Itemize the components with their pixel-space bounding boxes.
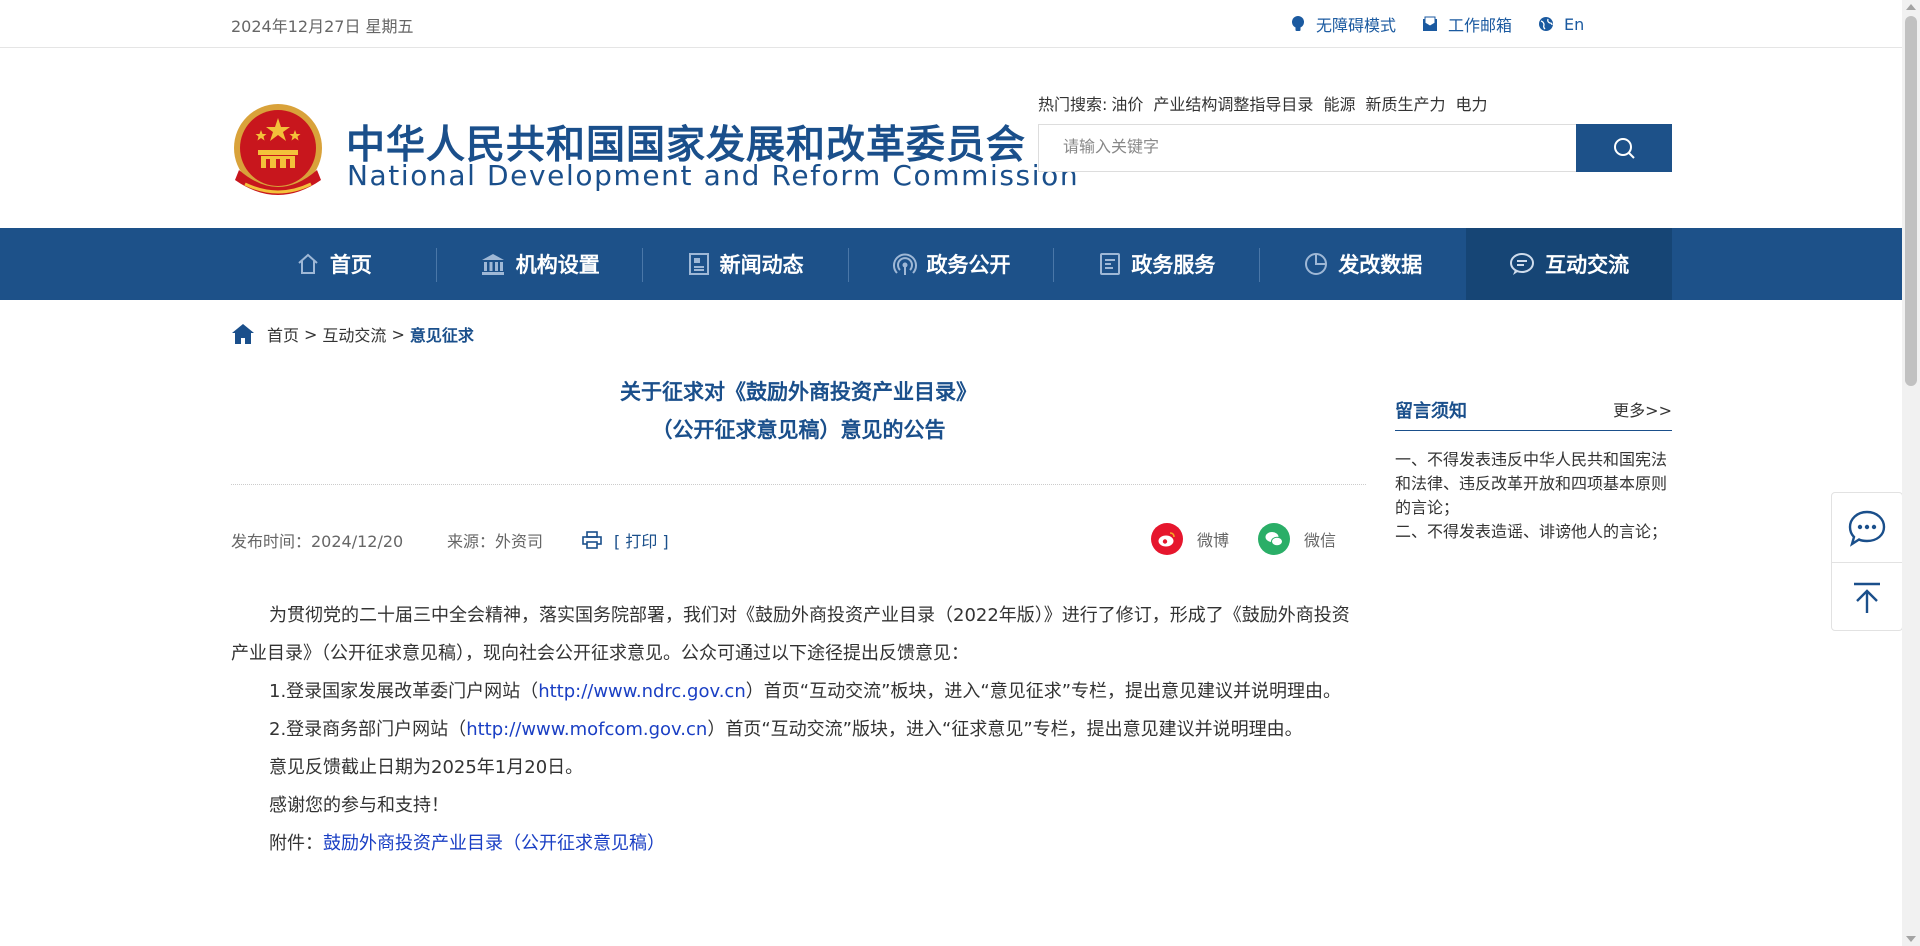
hot-search: 热门搜索: 油价 产业结构调整指导目录 能源 新质生产力 电力 bbox=[1038, 91, 1497, 115]
hot-search-item[interactable]: 新质生产力 bbox=[1365, 91, 1445, 115]
site-header: 中华人民共和国国家发展和改革委员会 National Development a… bbox=[0, 48, 1920, 228]
sidebar-rule: 一、不得发表违反中华人民共和国宪法和法律、违反改革开放和四项基本原则的言论； bbox=[1395, 450, 1668, 517]
nav-item-home[interactable]: 首页 bbox=[231, 228, 437, 300]
article-paragraph: 意见反馈截止日期为2025年1月20日。 bbox=[269, 757, 584, 778]
sidebar-heading: 留言须知 bbox=[1395, 401, 1467, 422]
english-label: En bbox=[1564, 14, 1585, 34]
arrow-up-icon bbox=[1854, 582, 1880, 613]
article-text: ）首页“互动交流”板块，进入“意见征求”专栏，提出意见建议并说明理由。 bbox=[745, 681, 1342, 702]
sidebar-header: 留言须知 更多>> bbox=[1395, 395, 1672, 431]
search-box bbox=[1038, 124, 1672, 172]
home-icon bbox=[298, 253, 318, 274]
print-button[interactable]: [ 打印 ] bbox=[582, 528, 669, 552]
accessibility-mode-label: 无障碍模式 bbox=[1316, 16, 1397, 35]
breadcrumb-current[interactable]: 意见征求 bbox=[410, 322, 474, 346]
nav-item-label: 新闻动态 bbox=[719, 253, 804, 277]
ndrc-link[interactable]: http://www.ndrc.gov.cn bbox=[538, 681, 746, 702]
nav-item-label: 发改数据 bbox=[1338, 253, 1423, 277]
english-version-link[interactable]: En bbox=[1538, 15, 1584, 34]
nav-item-data[interactable]: 发改数据 bbox=[1260, 228, 1466, 300]
breadcrumb-separator: > bbox=[391, 324, 405, 344]
mail-icon bbox=[1423, 16, 1438, 31]
sidebar-rule: 二、不得发表造谣、诽谤他人的言论； bbox=[1395, 522, 1668, 541]
nav-item-label: 政务服务 bbox=[1131, 253, 1216, 277]
floating-toolbar bbox=[1831, 492, 1903, 631]
hot-search-item[interactable]: 电力 bbox=[1455, 91, 1487, 115]
scroll-down-arrow[interactable] bbox=[1906, 936, 1916, 942]
article-text: 1.登录国家发展改革委门户网站（ bbox=[269, 681, 539, 702]
broadcast-icon bbox=[892, 253, 917, 275]
hot-search-item[interactable]: 能源 bbox=[1323, 91, 1355, 115]
scrollbar-thumb[interactable] bbox=[1905, 16, 1917, 386]
article-title-line2: （公开征求意见稿）意见的公告 bbox=[651, 418, 946, 442]
nav-item-services[interactable]: 政务服务 bbox=[1054, 228, 1261, 300]
attachment-link[interactable]: 鼓励外商投资产业目录（公开征求意见稿） bbox=[323, 833, 665, 854]
nav-item-label: 首页 bbox=[329, 253, 372, 277]
share-wechat-label: 微信 bbox=[1304, 531, 1337, 550]
building-icon bbox=[481, 254, 504, 275]
more-link[interactable]: 更多>> bbox=[1613, 397, 1672, 421]
pie-chart-icon bbox=[1305, 253, 1328, 275]
article-title-line1: 关于征求对《鼓励外商投资产业目录》 bbox=[620, 380, 977, 404]
nav-item-news[interactable]: 新闻动态 bbox=[643, 228, 849, 300]
title-divider bbox=[231, 484, 1366, 485]
back-to-top-button[interactable] bbox=[1832, 563, 1902, 632]
article-paragraph: 附件：鼓励外商投资产业目录（公开征求意见稿） bbox=[231, 825, 1353, 863]
message-icon bbox=[1848, 510, 1886, 547]
hot-search-item[interactable]: 油价 bbox=[1111, 91, 1143, 115]
share-weibo-label: 微博 bbox=[1197, 531, 1230, 550]
site-title-english[interactable]: National Development and Reform Commissi… bbox=[347, 159, 1079, 192]
bulb-icon bbox=[1292, 16, 1304, 31]
article-paragraph: 2.登录商务部门户网站（http://www.mofcom.gov.cn）首页“… bbox=[231, 711, 1353, 749]
work-mailbox-label: 工作邮箱 bbox=[1448, 16, 1513, 35]
publish-time: 发布时间：2024/12/20 bbox=[231, 532, 404, 551]
accessibility-mode-link[interactable]: 无障碍模式 bbox=[1290, 12, 1396, 36]
article-paragraph: 为贯彻党的二十届三中全会精神，落实国务院部署，我们对《鼓励外商投资产业目录（20… bbox=[231, 605, 1350, 664]
sidebar-rules: 一、不得发表违反中华人民共和国宪法和法律、违反改革开放和四项基本原则的言论； 二… bbox=[1395, 448, 1672, 544]
hot-search-label: 热门搜索: bbox=[1038, 95, 1108, 114]
main-navigation: 首页 机构设置 新闻动态 政务公开 政务服务 发改数据 互动交流 bbox=[0, 228, 1902, 300]
home-icon[interactable] bbox=[231, 323, 255, 345]
article-paragraph: 感谢您的参与和支持！ bbox=[269, 795, 449, 816]
work-mailbox-link[interactable]: 工作邮箱 bbox=[1422, 12, 1512, 36]
page-scrollbar[interactable] bbox=[1902, 0, 1920, 946]
document-icon bbox=[1100, 253, 1121, 275]
chat-icon bbox=[1510, 253, 1535, 275]
scroll-up-arrow[interactable] bbox=[1906, 4, 1916, 10]
print-label: [ 打印 ] bbox=[614, 532, 669, 551]
breadcrumb-separator: > bbox=[304, 324, 318, 344]
globe-icon bbox=[1539, 17, 1554, 31]
search-icon bbox=[1614, 138, 1635, 159]
article-text: 2.登录商务部门户网站（ bbox=[269, 719, 467, 740]
mofcom-link[interactable]: http://www.mofcom.gov.cn bbox=[466, 719, 707, 740]
nav-item-label: 互动交流 bbox=[1545, 253, 1630, 277]
news-icon bbox=[688, 253, 709, 275]
share-weibo-button[interactable]: 微博 bbox=[1151, 523, 1229, 555]
nav-item-organization[interactable]: 机构设置 bbox=[437, 228, 643, 300]
printer-icon bbox=[582, 531, 602, 549]
search-input[interactable] bbox=[1038, 124, 1576, 172]
national-emblem-icon[interactable] bbox=[231, 100, 325, 200]
breadcrumb: 首页 > 互动交流 > 意见征求 bbox=[231, 322, 474, 346]
article-body: 为贯彻党的二十届三中全会精神，落实国务院部署，我们对《鼓励外商投资产业目录（20… bbox=[231, 597, 1353, 863]
wechat-icon bbox=[1258, 523, 1290, 555]
hot-search-item[interactable]: 产业结构调整指导目录 bbox=[1153, 91, 1313, 115]
attachment-label: 附件： bbox=[269, 833, 323, 854]
share-wechat-button[interactable]: 微信 bbox=[1258, 523, 1336, 555]
utility-links: 无障碍模式 工作邮箱 En bbox=[1290, 12, 1610, 36]
article-source: 来源：外资司 bbox=[447, 532, 544, 551]
weibo-icon bbox=[1151, 523, 1183, 555]
nav-item-label: 政务公开 bbox=[926, 253, 1011, 277]
nav-item-label: 机构设置 bbox=[515, 253, 600, 277]
article-paragraph: 1.登录国家发展改革委门户网站（http://www.ndrc.gov.cn）首… bbox=[231, 673, 1353, 711]
top-utility-bar: 2024年12月27日 星期五 无障碍模式 工作邮箱 En bbox=[0, 0, 1920, 48]
breadcrumb-section[interactable]: 互动交流 bbox=[322, 322, 386, 346]
nav-item-interaction[interactable]: 互动交流 bbox=[1466, 228, 1673, 300]
feedback-button[interactable] bbox=[1832, 493, 1902, 562]
current-date: 2024年12月27日 星期五 bbox=[231, 17, 414, 36]
article-text: ）首页“互动交流”版块，进入“征求意见”专栏，提出意见建议并说明理由。 bbox=[707, 719, 1303, 740]
nav-item-government-affairs[interactable]: 政务公开 bbox=[849, 228, 1055, 300]
search-button[interactable] bbox=[1576, 124, 1672, 172]
breadcrumb-home[interactable]: 首页 bbox=[267, 322, 299, 346]
